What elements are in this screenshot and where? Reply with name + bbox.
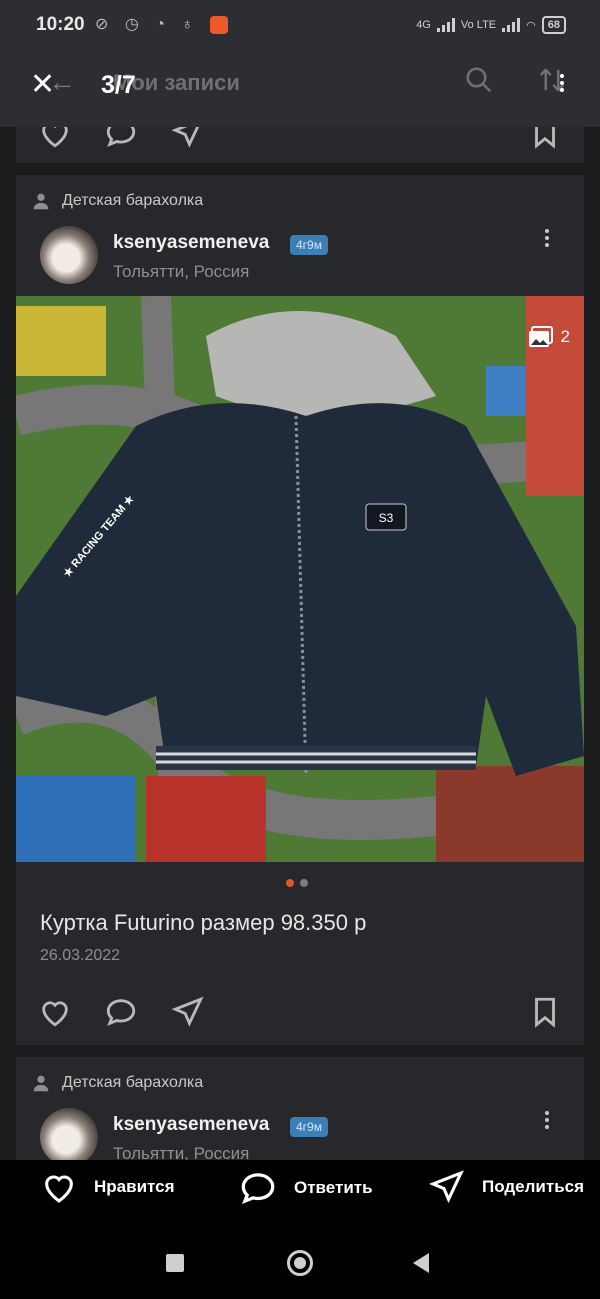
share-button[interactable]: Поделиться bbox=[428, 1170, 584, 1204]
status-time: 10:20 bbox=[36, 14, 85, 35]
battery-level: 68 bbox=[541, 16, 566, 34]
photo-counter: 3/7 bbox=[101, 71, 136, 99]
photo-count: 2 bbox=[528, 326, 570, 348]
pager-dot[interactable] bbox=[300, 879, 308, 887]
notification-icons-text: ⊘ ◷ ◔ ♁ bbox=[95, 16, 200, 33]
share-icon[interactable] bbox=[171, 995, 205, 1029]
signal-icon bbox=[502, 18, 521, 32]
volte-label: Vo LTE bbox=[460, 19, 497, 31]
gallery-icon bbox=[528, 326, 553, 347]
app-notification-icon bbox=[209, 15, 228, 34]
network-type: 4G bbox=[416, 19, 431, 31]
share-icon bbox=[429, 1170, 464, 1204]
post-title: Куртка Futurino размер 98.350 р bbox=[40, 910, 367, 935]
group-icon bbox=[33, 1075, 49, 1092]
comment-icon[interactable] bbox=[104, 995, 138, 1029]
username[interactable]: ksenyasemeneva bbox=[113, 232, 269, 254]
post-date: 26.03.2022 bbox=[40, 947, 121, 964]
close-icon[interactable]: ✕ bbox=[30, 70, 55, 100]
share-label: Поделиться bbox=[482, 1177, 585, 1196]
home-icon[interactable] bbox=[287, 1250, 313, 1276]
reply-button[interactable]: Ответить bbox=[238, 1170, 373, 1206]
more-options-icon[interactable] bbox=[560, 71, 564, 95]
age-badge: 4г9м bbox=[290, 235, 328, 255]
comment-icon bbox=[241, 1173, 275, 1205]
more-options-icon[interactable] bbox=[545, 1108, 551, 1132]
heart-icon bbox=[45, 1175, 73, 1203]
feed-background: Детская барахолка ksenyasemeneva 4г9м То… bbox=[0, 0, 600, 1170]
avatar[interactable] bbox=[40, 1108, 98, 1166]
reply-label: Ответить bbox=[294, 1178, 373, 1197]
username[interactable]: ksenyasemeneva bbox=[113, 1114, 269, 1136]
post-separator bbox=[16, 163, 584, 175]
photo-viewer-actions: Нравится Ответить Поделиться bbox=[0, 1160, 600, 1220]
location: Тольятти, Россия bbox=[113, 262, 250, 281]
group-name: Детская барахолка bbox=[62, 1074, 204, 1091]
photo-count-value: 2 bbox=[560, 327, 570, 346]
group-line[interactable]: Детская барахолка bbox=[30, 190, 203, 212]
avatar[interactable] bbox=[40, 226, 98, 284]
like-label: Нравится bbox=[94, 1177, 175, 1196]
recent-apps-icon[interactable] bbox=[166, 1254, 184, 1272]
photo-pager bbox=[286, 879, 308, 887]
more-options-icon[interactable] bbox=[545, 226, 551, 250]
jacket-patch-label: S3 bbox=[379, 511, 394, 525]
system-status-icons: 4G Vo LTE ◠ 68 bbox=[416, 16, 566, 34]
heart-icon[interactable] bbox=[38, 995, 72, 1029]
group-line[interactable]: Детская барахолка bbox=[30, 1072, 203, 1094]
top-bar: 10:20 ⊘ ◷ ◔ ♁ 4G Vo LTE ◠ 68 Мои записи … bbox=[0, 0, 600, 127]
signal-icon bbox=[436, 18, 455, 32]
wifi-icon: ◠ bbox=[526, 19, 536, 32]
post-photo[interactable]: S3 ★ RACING TEAM ★ 2 bbox=[16, 296, 584, 862]
like-button[interactable]: Нравится bbox=[40, 1170, 175, 1204]
back-icon[interactable] bbox=[413, 1253, 429, 1273]
search-icon[interactable] bbox=[464, 65, 494, 95]
notification-icons: ⊘ ◷ ◔ ♁ bbox=[95, 14, 228, 34]
group-icon bbox=[33, 193, 49, 210]
pager-dot-active[interactable] bbox=[286, 879, 294, 887]
post-separator bbox=[16, 1045, 584, 1057]
group-name: Детская барахолка bbox=[62, 192, 204, 209]
system-navigation-bar bbox=[0, 1225, 600, 1299]
bookmark-icon[interactable] bbox=[528, 995, 562, 1029]
jacket-photo-illustration: S3 ★ RACING TEAM ★ bbox=[16, 296, 584, 862]
age-badge: 4г9м bbox=[290, 1117, 328, 1137]
